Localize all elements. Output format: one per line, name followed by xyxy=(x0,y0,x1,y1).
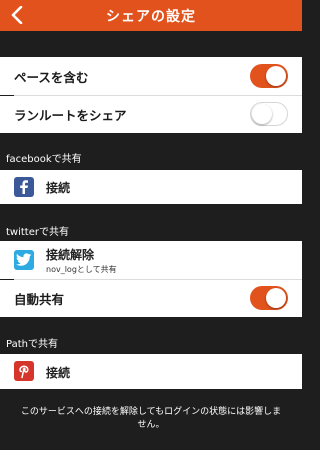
share-route-toggle[interactable] xyxy=(250,102,288,126)
path-connect-row[interactable]: 接続 xyxy=(0,354,302,389)
auto-share-label: 自動共有 xyxy=(14,292,65,307)
facebook-icon xyxy=(14,177,34,197)
path-icon xyxy=(14,361,34,381)
path-section-label: Pathで共有 xyxy=(6,339,58,350)
path-section-header: Pathで共有 xyxy=(0,317,302,354)
share-route-label: ランルートをシェア xyxy=(14,108,127,123)
twitter-section-header: twitterで共有 xyxy=(0,204,302,241)
auto-share-toggle[interactable] xyxy=(250,286,288,310)
twitter-account-note: nov_logとして共有 xyxy=(46,265,117,274)
spacer-band xyxy=(0,31,302,57)
facebook-connect-row[interactable]: 接続 xyxy=(0,170,302,204)
path-connect-label: 接続 xyxy=(46,366,71,380)
twitter-disconnect-row[interactable]: 接続解除 nov_logとして共有 xyxy=(0,241,302,279)
facebook-section-header: facebookで共有 xyxy=(0,133,302,170)
facebook-section-label: facebookで共有 xyxy=(6,154,82,165)
twitter-disconnect-label: 接続解除 xyxy=(46,248,95,262)
toggle-knob xyxy=(266,66,286,86)
chevron-left-icon xyxy=(11,6,23,24)
page-title: シェアの設定 xyxy=(106,8,196,25)
include-pace-label: ペースを含む xyxy=(14,69,89,85)
back-button[interactable] xyxy=(6,4,28,26)
footer-note: このサービスへの接続を解除してもログインの状態には影響しません。 xyxy=(20,407,282,430)
toggle-knob xyxy=(252,104,272,124)
auto-share-row: 自動共有 xyxy=(0,280,302,317)
twitter-section-label: twitterで共有 xyxy=(6,227,69,238)
nav-bar: シェアの設定 xyxy=(0,0,302,31)
share-route-row: ランルートをシェア xyxy=(0,96,302,133)
toggle-knob xyxy=(266,288,286,308)
facebook-connect-label: 接続 xyxy=(46,181,71,195)
include-pace-toggle[interactable] xyxy=(250,64,288,88)
include-pace-row: ペースを含む xyxy=(0,57,302,95)
twitter-icon xyxy=(14,250,34,270)
